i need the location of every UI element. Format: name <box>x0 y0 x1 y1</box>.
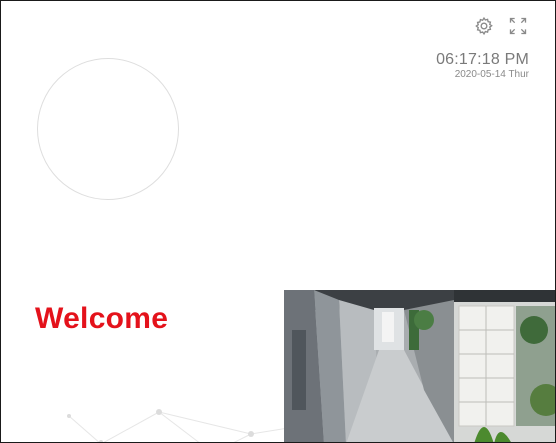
fullscreen-expand-icon[interactable] <box>507 15 529 37</box>
network-decoration <box>67 409 301 442</box>
settings-gear-icon[interactable] <box>473 15 495 37</box>
clock-time: 06:17:18 PM <box>436 51 529 68</box>
clock-date: 2020-05-14 Thur <box>454 69 529 80</box>
camera-preview[interactable] <box>284 290 555 442</box>
clock: 06:17:18 PM 2020-05-14 Thur <box>436 51 529 81</box>
welcome-heading: Welcome <box>35 302 169 335</box>
login-screen: 06:17:18 PM 2020-05-14 Thur Welcome <box>0 0 556 443</box>
avatar-circle <box>37 58 179 200</box>
camera-feed-image <box>284 290 555 442</box>
top-toolbar <box>473 15 529 37</box>
